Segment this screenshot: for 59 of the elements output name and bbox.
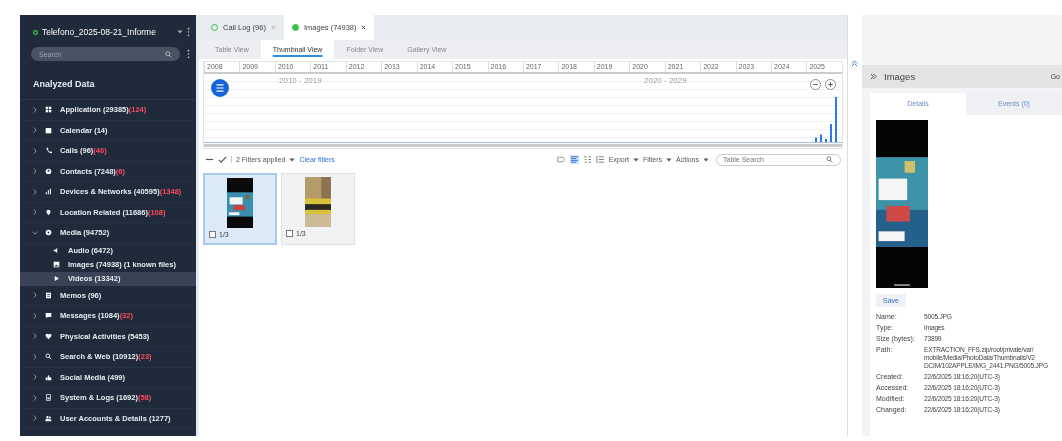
list-button[interactable] [211,79,229,97]
memo-icon [45,291,52,299]
tree-view-icon[interactable] [582,155,592,164]
chevron-icon[interactable] [33,127,37,134]
chevron-icon[interactable] [33,147,37,154]
checkbox[interactable] [209,231,216,238]
zoom-in-button[interactable] [825,79,836,90]
person-icon [45,167,52,175]
thumbs-up-icon [45,373,52,381]
collapse-icon[interactable] [851,60,858,67]
caret-icon[interactable] [632,157,639,162]
chevron-icon[interactable] [33,106,37,113]
zoom-out-button[interactable] [810,79,821,90]
chevron-icon[interactable] [33,415,37,422]
chevron-icon[interactable] [33,374,37,381]
decade-label: 2010 - 2019 [279,76,322,85]
location-pin-icon [45,208,52,216]
chevron-icon[interactable] [33,292,37,299]
search-icon[interactable] [826,156,833,163]
activity-histogram [815,97,839,142]
search-icon[interactable] [165,50,172,58]
panel-title: Images [884,71,916,82]
case-selector[interactable]: Telefono_2025-08-21_Informe [42,27,173,37]
search-icon [45,353,52,361]
caret-icon[interactable] [177,30,183,34]
heart-icon [45,332,52,340]
image-icon [53,261,60,268]
chevron-icon[interactable] [33,333,37,340]
document-icon [45,394,52,402]
chevron-icon[interactable] [32,230,38,235]
checkbox[interactable] [286,230,293,237]
caret-icon[interactable] [666,157,673,162]
speaker-icon [53,247,60,254]
chevron-icon[interactable] [33,312,37,319]
tag-icon[interactable] [556,155,566,164]
chat-bubble-icon [45,312,52,320]
play-icon [53,275,60,282]
chevron-icon[interactable] [33,353,37,360]
expand-icon[interactable] [870,73,877,80]
detail-view-icon[interactable] [595,155,605,164]
caret-icon[interactable] [289,157,296,162]
calendar-icon [45,126,52,134]
chevron-icon[interactable] [33,188,37,195]
signal-icon [45,188,52,196]
disc-icon [45,229,52,237]
phone-icon [45,147,52,155]
close-icon[interactable] [361,25,367,30]
more-icon[interactable] [187,49,190,59]
chevron-icon[interactable] [33,209,37,216]
grid-icon [45,106,52,114]
chevron-icon[interactable] [33,168,37,175]
check-icon[interactable] [218,155,227,164]
more-icon[interactable] [187,27,190,37]
list-view-icon[interactable] [569,155,579,164]
chevron-icon[interactable] [33,394,37,401]
section-heading: Analyzed Data [20,61,196,100]
decade-label: 2020 - 2029 [644,76,687,85]
caret-icon[interactable] [703,157,709,162]
people-icon [45,414,52,422]
